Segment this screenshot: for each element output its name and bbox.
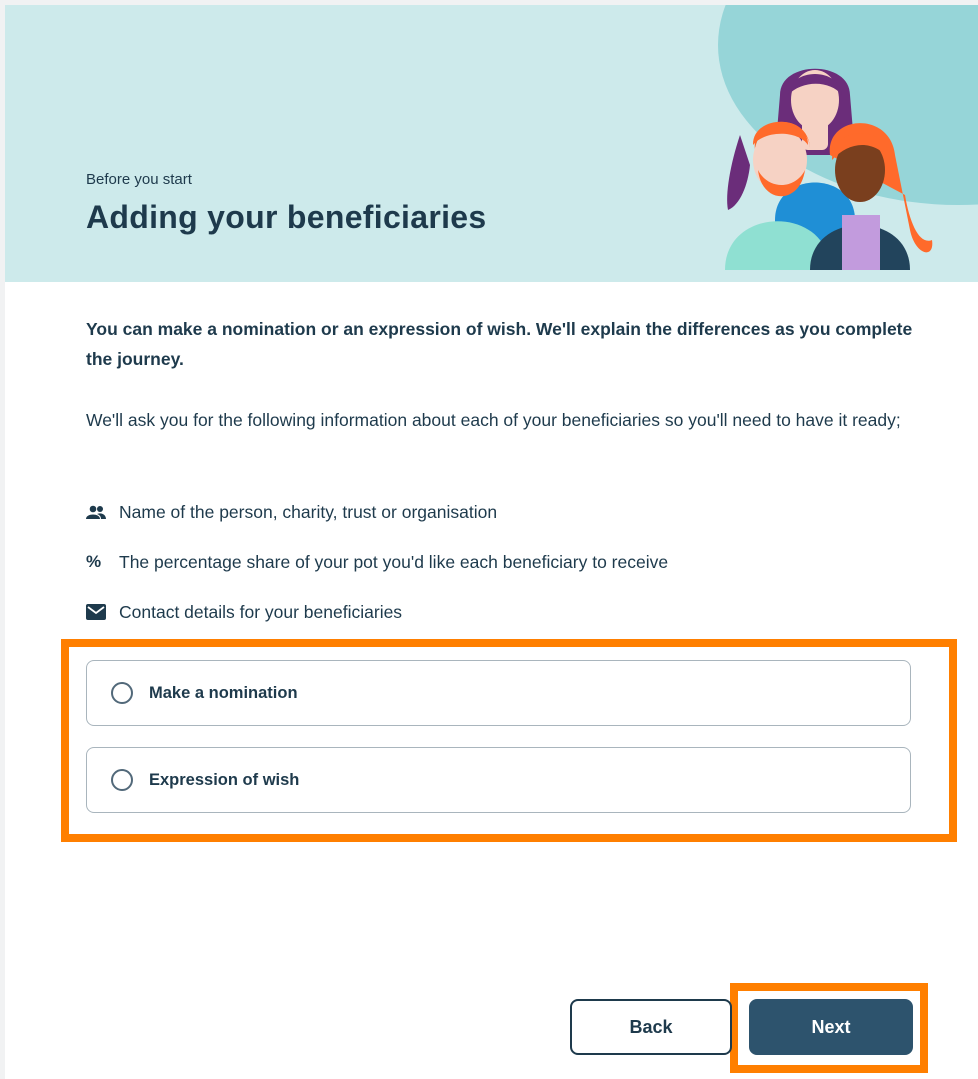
hero-banner: Before you start Adding your beneficiari… [5,5,978,282]
beneficiaries-illustration [725,68,933,270]
option-label: Make a nomination [149,683,298,702]
list-item: Name of the person, charity, trust or or… [86,497,668,527]
envelope-icon [86,602,108,622]
next-button[interactable]: Next [749,999,913,1055]
eyebrow-text: Before you start [86,171,192,188]
list-item-text: The percentage share of your pot you'd l… [119,551,669,572]
option-expression-of-wish[interactable]: Expression of wish [86,747,911,813]
option-label: Expression of wish [149,770,300,789]
list-item-text: Contact details for your beneficiaries [119,601,403,622]
list-item-text: Name of the person, charity, trust or or… [119,501,498,522]
list-item: % The percentage share of your pot you'd… [86,547,668,577]
radio-button[interactable] [111,682,133,704]
page-title: Adding your beneficiaries [86,199,487,235]
intro-text: You can make a nomination or an expressi… [86,319,913,369]
description-text: We'll ask you for the following informat… [86,410,901,430]
option-make-a-nomination[interactable]: Make a nomination [86,660,911,726]
percent-icon: % [86,552,102,571]
back-button[interactable]: Back [570,999,732,1055]
list-item: Contact details for your beneficiaries [86,597,668,627]
people-icon [86,502,108,522]
page: Before you start Adding your beneficiari… [5,5,978,1079]
radio-button[interactable] [111,769,133,791]
required-info-list: Name of the person, charity, trust or or… [86,497,668,647]
